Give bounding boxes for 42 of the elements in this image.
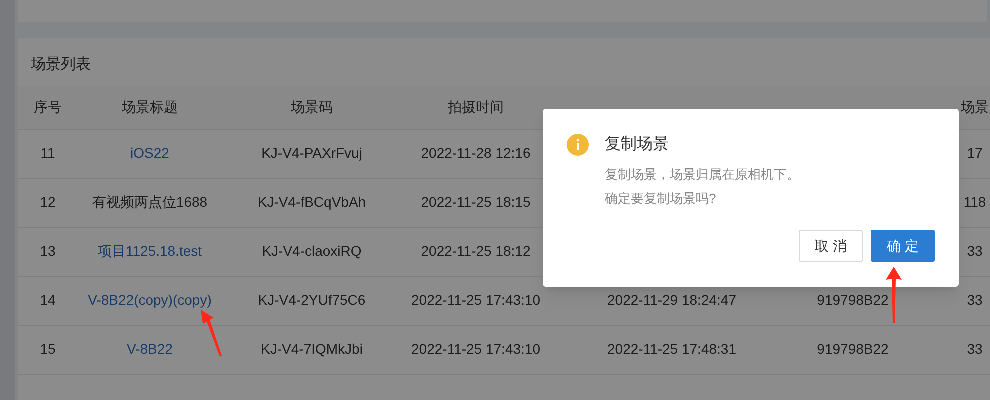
table-cell-text: 118 [964,193,986,212]
table-cell-text: 919798B22 [817,291,889,310]
pointer-arrow [198,308,224,358]
dialog-title: 复制场景 [605,134,669,155]
table-cell-text: KJ-V4-7IQMkJbi [261,340,363,360]
table-cell-text: 12 [40,193,56,212]
info-icon [567,134,589,156]
table-cell-text: KJ-V4-claoxiRQ [262,242,362,262]
dialog-message: 确定要复制场景吗? [605,190,718,208]
table-cell-text: 11 [40,144,56,164]
column-header: 场景码 [291,98,333,117]
table-cell-text: 2022-11-25 18:15 [421,193,531,212]
table-cell-text: 33 [967,340,983,360]
confirm-button[interactable]: 确 定 [871,230,935,262]
dialog-message: 复制场景，场景归属在原相机下。 [605,166,801,184]
table-cell-text: 2022-11-25 18:12 [421,242,531,262]
column-header: 序号 [34,98,62,117]
table-cell-text: KJ-V4-PAXrFvuj [262,144,362,164]
table-cell-text: 17 [967,144,983,164]
cancel-button[interactable]: 取 消 [799,230,863,262]
table-cell-text: 2022-11-25 17:48:31 [608,340,736,360]
column-header: 场景标题 [122,98,178,117]
table-cell-text: 2022-11-25 17:43:10 [412,340,540,360]
scene-title-link[interactable]: iOS22 [130,143,170,164]
table-cell-text: KJ-V4-fBCqVbAh [258,193,366,212]
table-cell-text: 33 [967,242,983,262]
table-cell-text: KJ-V4-2YUf75C6 [258,291,366,310]
table-cell-text: 15 [40,340,56,360]
table-cell-text: 14 [40,291,56,310]
column-header: 拍摄时间 [448,98,504,117]
table-cell-text: 13 [40,242,56,262]
table-cell-text: 2022-11-25 17:43:10 [412,291,540,310]
panel-title: 场景列表 [30,54,92,75]
table-cell-text: 2022-11-28 12:16 [421,144,531,164]
table-cell-text: 有视频两点位1688 [92,193,208,212]
table-cell-text: 2022-11-29 18:24:47 [608,291,736,310]
table-cell-text: 33 [967,291,983,310]
scene-title-link[interactable]: V-8B22(copy)(copy) [88,290,212,312]
scene-title-link[interactable]: 项目1125.18.test [98,241,202,262]
scene-title-link[interactable]: V-8B22 [127,339,173,360]
table-cell-text: 919798B22 [817,340,889,360]
column-header: 场景 [961,98,989,117]
